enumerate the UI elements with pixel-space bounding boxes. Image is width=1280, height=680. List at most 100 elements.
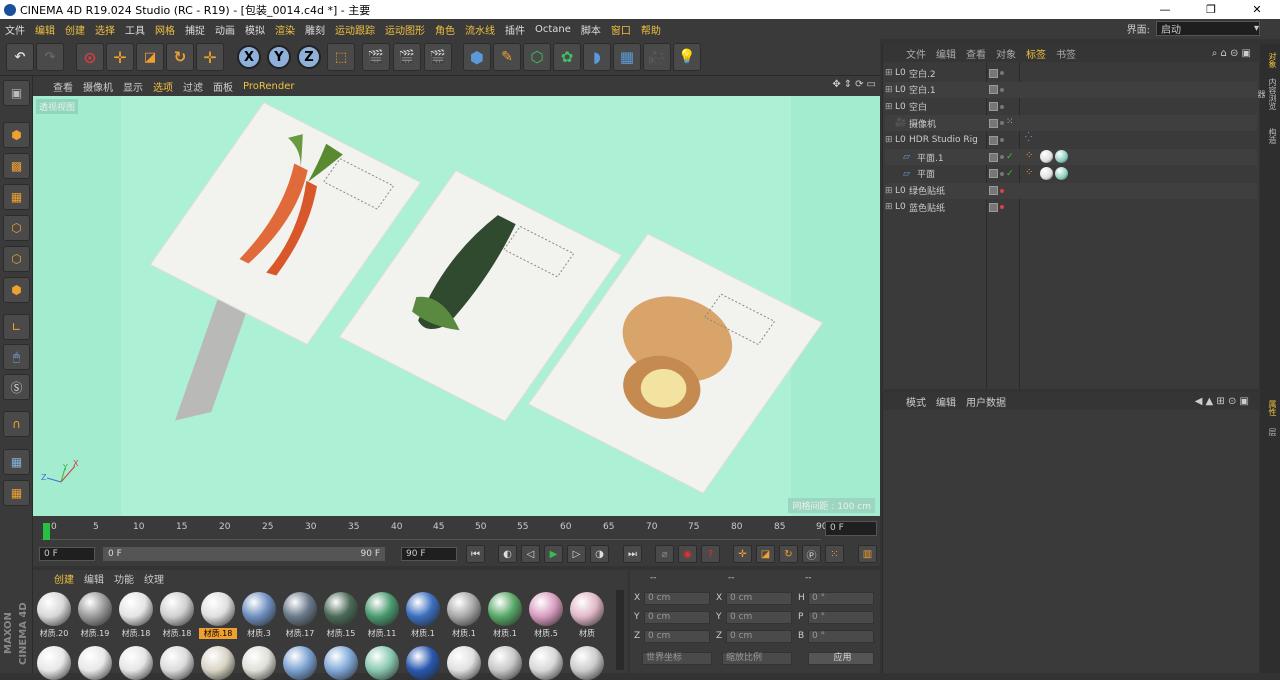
menu-animate[interactable]: 动画 <box>210 22 240 37</box>
layer-swatch-icon[interactable] <box>989 152 998 162</box>
apply-button[interactable]: 应用 <box>808 652 874 665</box>
object-visibility-cell[interactable]: ⁙ <box>989 116 1019 130</box>
record-button[interactable]: ◉ <box>678 545 697 563</box>
om-menu-tags[interactable]: 标签 <box>1021 46 1051 61</box>
scale-tool-button[interactable]: ◪ <box>136 43 164 71</box>
timeline-ruler[interactable]: 0 5 10 15 20 25 30 35 40 45 50 55 60 65 … <box>33 516 880 542</box>
object-visibility-cell[interactable] <box>989 83 1019 97</box>
menu-edit[interactable]: 编辑 <box>30 22 60 37</box>
expand-toggle-icon[interactable]: ⊞ <box>885 202 895 212</box>
z-axis-lock-button[interactable]: Z <box>297 45 321 69</box>
cube-object-button[interactable]: ⬢ <box>463 43 491 71</box>
object-visibility-cell[interactable]: ✓ <box>989 150 1019 164</box>
object-row[interactable]: ⊞ L0 HDR Studio Rig ⁛ <box>885 132 1257 148</box>
frame-ruler[interactable]: 0 5 10 15 20 25 30 35 40 45 50 55 60 65 … <box>41 520 827 540</box>
material-swatch[interactable] <box>322 644 360 680</box>
object-visibility-cell[interactable]: ✓ <box>989 167 1019 181</box>
next-key-button[interactable]: ◑ <box>590 545 609 563</box>
coord-rot-field[interactable]: 0 ° <box>808 611 874 624</box>
menu-render[interactable]: 渲染 <box>270 22 300 37</box>
close-button[interactable]: ✕ <box>1234 0 1280 19</box>
preview-range-slider[interactable]: 0 F 90 F <box>103 547 385 561</box>
expand-toggle-icon[interactable]: ⊞ <box>885 85 895 95</box>
material-swatch[interactable]: 材质.1 <box>404 590 442 640</box>
om-menu-edit[interactable]: 编辑 <box>931 46 961 61</box>
snap-button[interactable]: Ⓢ <box>3 374 30 400</box>
menu-octane[interactable]: Octane <box>530 24 576 35</box>
layer-swatch-icon[interactable] <box>989 202 998 212</box>
material-swatch[interactable] <box>527 644 565 680</box>
render-settings-button[interactable]: 🎬 <box>424 43 452 71</box>
layer-swatch-icon[interactable] <box>989 135 998 145</box>
material-swatch[interactable]: 材质.20 <box>35 590 73 640</box>
material-swatch[interactable] <box>404 644 442 680</box>
om-menu-file[interactable]: 文件 <box>901 46 931 61</box>
render-to-picture-viewer-button[interactable]: 🎬 <box>393 43 421 71</box>
menu-select[interactable]: 选择 <box>90 22 120 37</box>
material-menu-function[interactable]: 功能 <box>109 571 139 586</box>
y-axis-lock-button[interactable]: Y <box>267 45 291 69</box>
coord-size-field[interactable]: 0 cm <box>726 592 792 605</box>
camera-button[interactable]: 🎥 <box>643 43 671 71</box>
visibility-dot-icon[interactable] <box>1000 155 1004 159</box>
lock-workplane-button[interactable]: ▦ <box>3 449 30 475</box>
material-tag-icon[interactable] <box>1055 166 1068 180</box>
object-visibility-cell[interactable] <box>989 184 1019 198</box>
enabled-check-icon[interactable]: ✓ <box>1006 169 1014 179</box>
rotate-tool-button[interactable]: ↻ <box>166 43 194 71</box>
object-name[interactable]: 空白.1 <box>909 83 995 96</box>
keyframe-toggle-button[interactable]: ⌀ <box>655 545 674 563</box>
coord-rot-field[interactable]: 0 ° <box>808 630 874 643</box>
coord-pos-field[interactable]: 0 cm <box>644 630 710 643</box>
material-swatch[interactable] <box>158 644 196 680</box>
visibility-dot-icon[interactable] <box>1000 205 1004 210</box>
menu-mograph[interactable]: 运动图形 <box>380 22 430 37</box>
am-menu-edit[interactable]: 编辑 <box>931 394 961 409</box>
recent-tool-button[interactable]: ✛ <box>196 43 224 71</box>
am-menu-mode[interactable]: 模式 <box>901 394 931 409</box>
menu-motion-tracking[interactable]: 运动跟踪 <box>330 22 380 37</box>
history-arrows-icon[interactable]: ◀ ▲ ⊞ ⊙ ▣ <box>1190 396 1254 407</box>
material-tag-icon[interactable] <box>1055 150 1068 163</box>
key-position-button[interactable]: ✛ <box>733 545 752 563</box>
expand-toggle-icon[interactable]: ⊞ <box>885 186 895 196</box>
zoom-icon[interactable]: ⇕ <box>844 79 852 90</box>
key-pla-button[interactable]: ⁙ <box>825 545 844 563</box>
key-scale-button[interactable]: ◪ <box>756 545 775 563</box>
deformer-button[interactable]: ◗ <box>583 43 611 71</box>
material-scrollbar[interactable] <box>616 590 624 670</box>
minimize-button[interactable]: — <box>1142 0 1188 19</box>
object-visibility-cell[interactable] <box>989 66 1019 80</box>
material-swatch[interactable] <box>281 644 319 680</box>
material-swatch[interactable]: 材质.18 <box>158 590 196 640</box>
menu-create[interactable]: 创建 <box>60 22 90 37</box>
visibility-dot-icon[interactable] <box>1000 188 1004 193</box>
tab-content-browser[interactable]: 内容浏览器 <box>1257 76 1278 112</box>
texture-mode-button[interactable]: ▩ <box>3 153 30 179</box>
key-rotation-button[interactable]: ↻ <box>779 545 798 563</box>
tab-structure[interactable]: 构造 <box>1262 116 1278 156</box>
am-menu-user-data[interactable]: 用户数据 <box>961 394 1011 409</box>
material-menu-texture[interactable]: 纹理 <box>139 571 169 586</box>
pen-tool-button[interactable]: ✎ <box>493 43 521 71</box>
object-row[interactable]: ▱ 平面 ✓ ⁘ <box>885 166 1257 182</box>
key-parameter-button[interactable]: Ⓟ <box>802 545 821 563</box>
material-swatch[interactable] <box>486 644 524 680</box>
live-selection-button[interactable]: ⊙ <box>76 43 104 71</box>
viewport-menu-display[interactable]: 显示 <box>118 79 148 94</box>
object-row[interactable]: ⊞ L0 空白 <box>885 99 1257 115</box>
floor-button[interactable]: ▦ <box>613 43 641 71</box>
material-swatch[interactable] <box>445 644 483 680</box>
viewport-menu-cameras[interactable]: 摄像机 <box>78 79 118 94</box>
layer-swatch-icon[interactable] <box>989 118 998 128</box>
tweak-mode-button[interactable]: 🖱 <box>3 344 30 370</box>
material-menu-create[interactable]: 创建 <box>49 571 79 586</box>
play-button[interactable]: ▶ <box>544 545 563 563</box>
protection-tag-icon[interactable]: ⁘ <box>1025 150 1038 163</box>
object-visibility-cell[interactable] <box>989 133 1019 147</box>
model-mode-button[interactable]: ⬢ <box>3 122 30 148</box>
viewport-menu-panel[interactable]: 面板 <box>208 79 238 94</box>
material-tag-icon[interactable] <box>1040 166 1053 180</box>
material-tag-icon[interactable] <box>1040 150 1053 163</box>
material-swatch[interactable]: 材质.17 <box>281 590 319 640</box>
